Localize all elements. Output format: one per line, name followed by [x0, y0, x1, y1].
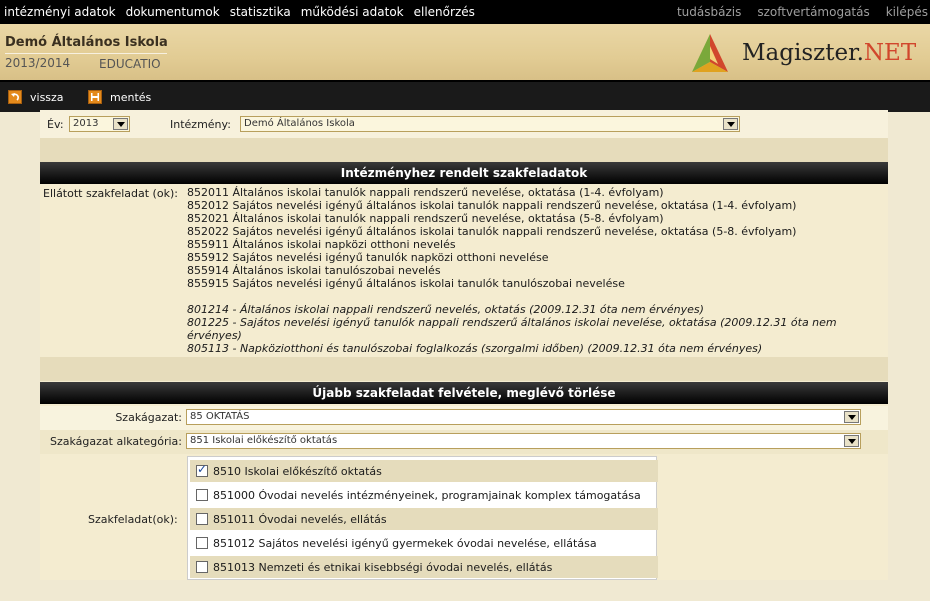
spacer-band [40, 138, 888, 162]
magiszter-logo-icon [692, 34, 728, 72]
task-checkbox-851011[interactable]: 851011 Óvodai nevelés, ellátás [190, 508, 658, 530]
app-header: Demó Általános Iskola 2013/2014 EDUCATIO… [0, 24, 930, 80]
task-label: 8510 Iskolai előkészítő oktatás [213, 464, 382, 478]
nav-mukodesi-adatok[interactable]: működési adatok [301, 0, 404, 24]
invalid-list-item: 801225 - Sajátos nevelési igényű tanulók… [187, 316, 837, 342]
chevron-down-icon [113, 118, 128, 130]
task-checkbox-851013[interactable]: 851013 Nemzeti és etnikai kisebbségi óvo… [190, 556, 658, 578]
branch-select[interactable]: 85 OKTATÁS [186, 409, 861, 425]
logo-net-text: NET [863, 40, 917, 66]
back-button[interactable]: vissza [8, 90, 64, 104]
list-item: 855915 Sajátos nevelési igényű általános… [187, 277, 625, 290]
header-divider [5, 53, 167, 54]
institution-select-value: Demó Általános Iskola [244, 118, 355, 129]
top-menu-bar: intézményi adatok dokumentumok statiszti… [0, 0, 930, 24]
link-szoftvertamogatas[interactable]: szoftvertámogatás [757, 0, 869, 24]
main-nav: intézményi adatok dokumentumok statiszti… [4, 0, 485, 24]
list-item: 852011 Általános iskolai tanulók nappali… [187, 186, 664, 199]
assigned-tasks-label: Ellátott szakfeladat (ok): [43, 187, 178, 200]
checkbox[interactable] [196, 537, 208, 549]
section-assigned-tasks-title: Intézményhez rendelt szakfeladatok [40, 162, 888, 184]
invalid-list-item: 801214 - Általános iskolai nappali rends… [187, 303, 704, 316]
subcategory-label: Szakágazat alkategória: [50, 435, 182, 448]
tasks-label: Szakfeladat(ok): [88, 513, 178, 526]
task-checkbox-8510[interactable]: 8510 Iskolai előkészítő oktatás [190, 460, 658, 482]
checkbox-checked[interactable] [196, 462, 208, 477]
year-select-value: 2013 [73, 118, 99, 129]
school-year: 2013/2014 [5, 56, 71, 70]
floppy-disk-icon [88, 90, 102, 104]
chevron-down-icon [723, 118, 738, 130]
checkbox[interactable] [196, 489, 208, 501]
subcategory-select-value: 851 Iskolai előkészítő oktatás [190, 435, 338, 446]
list-item: 852012 Sajátos nevelési igényű általános… [187, 199, 797, 212]
section-add-remove-title: Újabb szakfeladat felvétele, meglévő tör… [40, 382, 888, 404]
educatio-label: EDUCATIO [99, 57, 161, 71]
invalid-list-item: 805113 - Napköziotthoni és tanulószobai … [187, 342, 763, 355]
school-name: Demó Általános Iskola [5, 35, 168, 50]
task-label: 851012 Sajátos nevelési igényű gyermekek… [213, 536, 597, 550]
nav-intezmenyi-adatok[interactable]: intézményi adatok [4, 0, 116, 24]
branch-select-value: 85 OKTATÁS [190, 411, 250, 422]
task-checkbox-851000[interactable]: 851000 Óvodai nevelés intézményeinek, pr… [190, 484, 658, 506]
save-button[interactable]: mentés [88, 90, 151, 104]
chevron-down-icon [844, 411, 859, 423]
undo-arrow-icon [8, 90, 22, 104]
spacer-band [40, 357, 888, 381]
list-item: 855914 Általános iskolai tanulószobai ne… [187, 264, 441, 277]
nav-ellenorzes[interactable]: ellenőrzés [414, 0, 475, 24]
link-kilepes[interactable]: kilépés [886, 0, 928, 24]
save-label: mentés [110, 90, 152, 104]
nav-dokumentumok[interactable]: dokumentumok [126, 0, 220, 24]
link-tudasbazis[interactable]: tudásbázis [677, 0, 741, 24]
list-item: 855912 Sajátos nevelési igényű tanulók n… [187, 251, 549, 264]
logo-main-text: Magiszter. [742, 40, 864, 66]
nav-statisztika[interactable]: statisztika [230, 0, 291, 24]
list-item: 852021 Általános iskolai tanulók nappali… [187, 212, 664, 225]
institution-label: Intézmény: [170, 118, 231, 131]
filter-row: Év: 2013 Intézmény: Demó Általános Iskol… [40, 110, 888, 138]
checkbox[interactable] [196, 513, 208, 525]
list-item: 852022 Sajátos nevelési igényű általános… [187, 225, 797, 238]
year-label: Év: [47, 118, 64, 131]
task-label: 851011 Óvodai nevelés, ellátás [213, 512, 387, 526]
utility-links: tudásbázis szoftvertámogatás kilépés [661, 0, 928, 24]
year-select[interactable]: 2013 [69, 116, 130, 132]
checkbox[interactable] [196, 561, 208, 573]
subcategory-row: Szakágazat alkategória: 851 Iskolai elők… [40, 430, 888, 454]
assigned-tasks-list: 852011 Általános iskolai tanulók nappali… [187, 186, 877, 355]
tasks-checklist: 8510 Iskolai előkészítő oktatás 851000 Ó… [187, 456, 658, 580]
subcategory-select[interactable]: 851 Iskolai előkészítő oktatás [186, 433, 861, 449]
back-label: vissza [30, 90, 64, 104]
task-label: 851013 Nemzeti és etnikai kisebbségi óvo… [213, 560, 553, 574]
task-label: 851000 Óvodai nevelés intézményeinek, pr… [213, 488, 641, 502]
chevron-down-icon [844, 435, 859, 447]
branch-label: Szakágazat: [115, 411, 182, 424]
action-toolbar: vissza mentés [0, 80, 930, 112]
list-item: 855911 Általános iskolai napközi otthoni… [187, 238, 456, 251]
main-content: Év: 2013 Intézmény: Demó Általános Iskol… [40, 110, 888, 580]
task-checkbox-851012[interactable]: 851012 Sajátos nevelési igényű gyermekek… [190, 532, 658, 554]
institution-select[interactable]: Demó Általános Iskola [240, 116, 740, 132]
app-logo-text: Magiszter.NET [742, 40, 916, 66]
branch-row: Szakágazat: 85 OKTATÁS [40, 406, 888, 430]
